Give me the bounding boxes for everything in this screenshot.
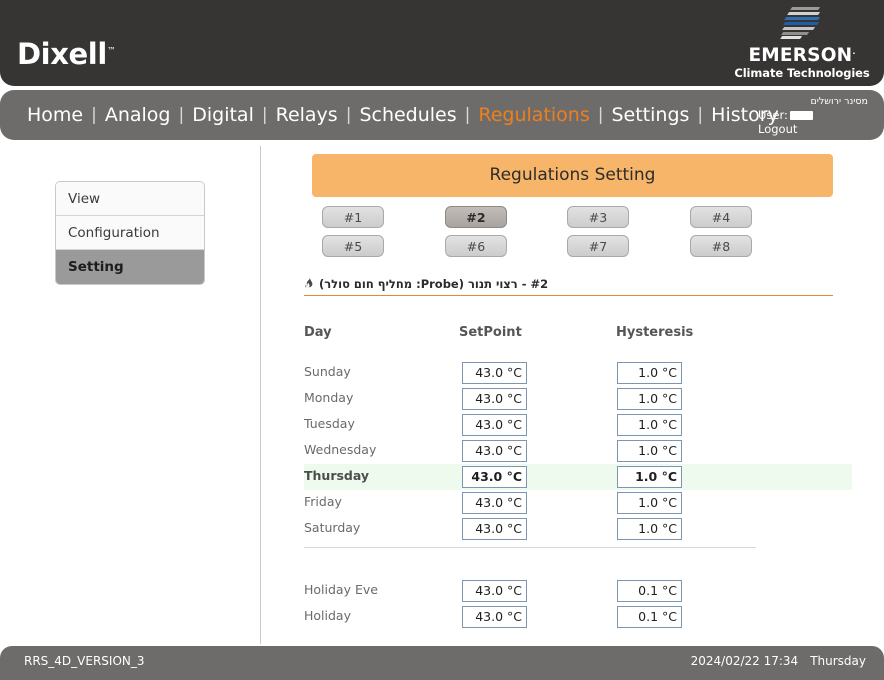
nav-separator: | (697, 105, 704, 125)
sidebar-item-configuration[interactable]: Configuration (56, 216, 204, 250)
nav-separator: | (345, 105, 352, 125)
regulation-button-1[interactable]: #1 (322, 206, 384, 228)
nav-item-analog[interactable]: Analog (98, 90, 178, 140)
version-label: RRS_4D_VERSION_3 (24, 654, 145, 668)
nav-item-digital[interactable]: Digital (185, 90, 261, 140)
hysteresis-input[interactable]: 1.0 °C (617, 518, 682, 540)
hysteresis-input[interactable]: 1.0 °C (617, 362, 682, 384)
emerson-wordmark: EMERSON. (732, 42, 872, 66)
probe-description: #2 - רצוי תנור (Probe: מחליף חום סולר) (304, 277, 833, 296)
hysteresis-input[interactable]: 1.0 °C (617, 414, 682, 436)
nav-separator: | (261, 105, 268, 125)
setpoint-input[interactable]: 43.0 °C (462, 414, 527, 436)
datetime-block: 2024/02/22 17:34 Thursday (691, 654, 866, 668)
emerson-name: EMERSON (748, 45, 853, 67)
hysteresis-input[interactable]: 1.0 °C (617, 492, 682, 514)
table-row: Saturday 43.0 °C 1.0 °C (304, 516, 852, 542)
hysteresis-input[interactable]: 0.1 °C (617, 606, 682, 628)
setpoint-input[interactable]: 43.0 °C (462, 466, 527, 488)
regulation-button-2[interactable]: #2 (445, 206, 507, 228)
table-row: Holiday Eve 43.0 °C 0.1 °C (304, 578, 852, 604)
hysteresis-input[interactable]: 1.0 °C (617, 466, 682, 488)
nav-item-settings[interactable]: Settings (604, 90, 696, 140)
emerson-chevron-icon (779, 6, 825, 40)
row-day-label: Saturday (304, 520, 361, 535)
row-day-label: Wednesday (304, 442, 377, 457)
dixell-logo-text: Dixell (17, 37, 107, 71)
sidebar-menu: View Configuration Setting (55, 181, 205, 285)
app-root: Dixell™ EMERSON. Climate Technologies Ho… (0, 0, 884, 680)
content-divider (260, 146, 261, 644)
nav-separator: | (597, 105, 604, 125)
table-row: Tuesday 43.0 °C 1.0 °C (304, 412, 852, 438)
setpoint-input[interactable]: 43.0 °C (462, 492, 527, 514)
setpoint-input[interactable]: 43.0 °C (462, 518, 527, 540)
setpoint-input[interactable]: 43.0 °C (462, 362, 527, 384)
setpoint-input[interactable]: 43.0 °C (462, 580, 527, 602)
column-header-hysteresis: Hysteresis (616, 325, 694, 340)
table-section-divider (304, 547, 756, 548)
trademark-icon: ™ (106, 46, 116, 57)
table-row-current-day: Thursday 43.0 °C 1.0 °C (304, 464, 852, 490)
regulation-button-3[interactable]: #3 (567, 206, 629, 228)
regulation-button-5[interactable]: #5 (322, 235, 384, 257)
table-row: Wednesday 43.0 °C 1.0 °C (304, 438, 852, 464)
logout-button[interactable]: Logout (758, 122, 868, 136)
emerson-tagline: Climate Technologies (734, 66, 870, 81)
site-name-label: מסינר ירושלים (810, 96, 868, 107)
hysteresis-input[interactable]: 1.0 °C (617, 440, 682, 462)
regulation-selector: #1 #2 #3 #4 #5 #6 #7 #8 (322, 206, 832, 258)
sidebar-item-view[interactable]: View (56, 182, 204, 216)
row-day-label: Thursday (304, 468, 370, 483)
emerson-tm: . (852, 47, 856, 56)
table-row: Monday 43.0 °C 1.0 °C (304, 386, 852, 412)
nav-item-schedules[interactable]: Schedules (352, 90, 463, 140)
hysteresis-input[interactable]: 0.1 °C (617, 580, 682, 602)
nav-item-relays[interactable]: Relays (269, 90, 345, 140)
setpoint-input[interactable]: 43.0 °C (462, 606, 527, 628)
probe-text: #2 - רצוי תנור (Probe: מחליף חום סולר) (319, 277, 549, 291)
setpoint-input[interactable]: 43.0 °C (462, 388, 527, 410)
row-day-label: Holiday Eve (304, 582, 378, 597)
row-day-label: Sunday (304, 364, 351, 379)
setpoint-input[interactable]: 43.0 °C (462, 440, 527, 462)
column-header-setpoint: SetPoint (459, 325, 522, 340)
nav-separator: | (178, 105, 185, 125)
datetime-label: 2024/02/22 17:34 (690, 654, 799, 668)
table-row: Friday 43.0 °C 1.0 °C (304, 490, 852, 516)
nav-separator: | (464, 105, 471, 125)
hysteresis-input[interactable]: 1.0 °C (617, 388, 682, 410)
user-name-redacted (789, 111, 813, 120)
user-info-block: מסינר ירושלים User: Logout (758, 96, 868, 136)
column-header-day: Day (304, 325, 332, 340)
row-day-label: Holiday (304, 608, 351, 623)
regulation-button-6[interactable]: #6 (445, 235, 507, 257)
nav-item-regulations[interactable]: Regulations (471, 90, 596, 140)
row-day-label: Friday (304, 494, 342, 509)
status-bar: RRS_4D_VERSION_3 2024/02/22 17:34 Thursda… (0, 646, 884, 680)
user-label: User: (758, 108, 788, 122)
page-title: Regulations Setting (312, 154, 833, 197)
regulation-button-8[interactable]: #8 (690, 235, 752, 257)
flame-icon (304, 277, 315, 290)
dixell-logo: Dixell™ (17, 37, 116, 71)
table-row: Holiday 43.0 °C 0.1 °C (304, 604, 852, 630)
regulation-button-7[interactable]: #7 (567, 235, 629, 257)
emerson-logo: EMERSON. Climate Technologies (732, 6, 872, 80)
row-day-label: Tuesday (304, 416, 355, 431)
nav-item-home[interactable]: Home (20, 90, 90, 140)
top-header: Dixell™ EMERSON. Climate Technologies (0, 0, 884, 86)
nav-links: Home | Analog | Digital | Relays | Sched… (20, 90, 786, 140)
weekday-label: Thursday (810, 654, 866, 668)
row-day-label: Monday (304, 390, 354, 405)
regulation-button-4[interactable]: #4 (690, 206, 752, 228)
user-name-line: User: (758, 108, 868, 122)
sidebar-item-setting[interactable]: Setting (56, 250, 204, 284)
table-row: Sunday 43.0 °C 1.0 °C (304, 360, 852, 386)
nav-separator: | (91, 105, 97, 125)
main-navbar: Home | Analog | Digital | Relays | Sched… (0, 90, 884, 140)
